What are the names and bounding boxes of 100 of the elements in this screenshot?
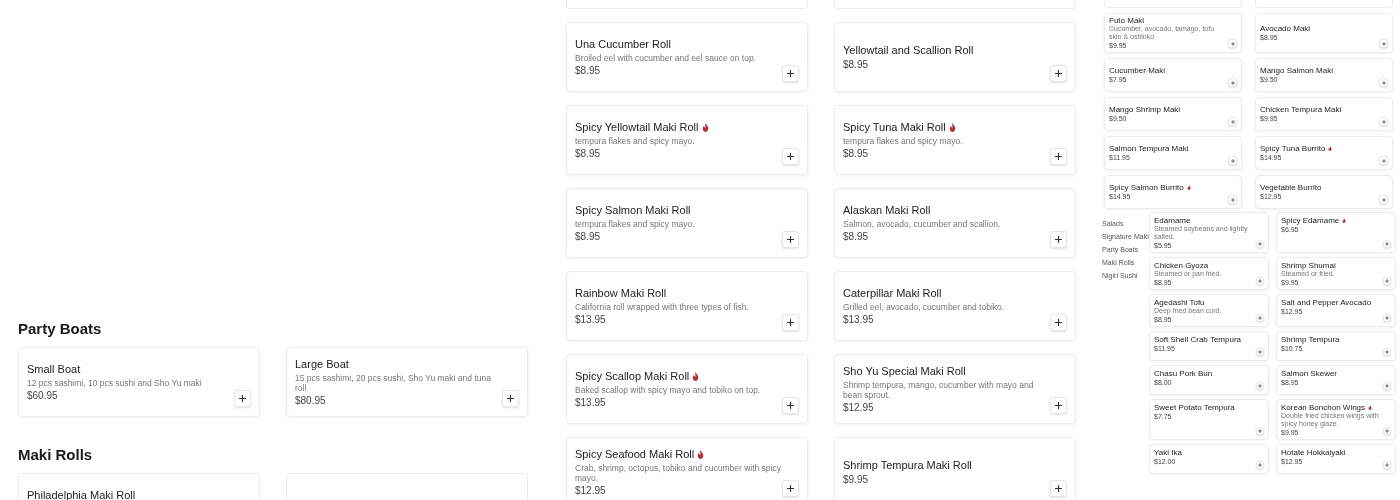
add-button[interactable] — [782, 314, 799, 331]
dish-name: Cucumber Maki — [1109, 66, 1165, 75]
plus-icon — [1055, 402, 1062, 409]
dish-description: tempura flakes and spicy mayo. — [575, 219, 695, 229]
add-button[interactable] — [782, 65, 799, 82]
dish-price: $8.95 — [843, 58, 869, 71]
menu-item-card[interactable]: Large Boat 15 pcs sashimi, 20 pcs sushi, Sho Yu maki and tuna roll $80.95 — [286, 347, 528, 417]
menu-item-card[interactable]: Small Boat 12 pcs sashimi, 10 pcs sushi and Sho Yu maki $60.95 — [18, 347, 260, 417]
dish-name: Salmon Tempura Maki — [1109, 144, 1189, 153]
menu-item-card[interactable]: Sho Yu Special Maki Roll Shrimp tempura, mango, cucumber with mayo and bean sprout. $12.95 — [834, 354, 1076, 424]
plus-icon — [787, 402, 794, 409]
dish-name: Agedashi Tofu — [1154, 298, 1205, 307]
plus-icon — [1258, 279, 1262, 283]
dish-description: tempura flakes and spicy mayo. — [843, 136, 963, 146]
flame-icon — [948, 122, 956, 132]
add-button[interactable] — [782, 397, 799, 414]
plus-icon — [1230, 41, 1235, 46]
dish-price: $8.95 — [575, 64, 601, 77]
dish-name: Shrimp Tempura — [1281, 335, 1340, 344]
plus-icon — [1055, 319, 1062, 326]
menu-item-card[interactable]: Spicy Scallop Maki Roll Baked scallop with spicy mayo and tobiko on top. $13.95 — [566, 354, 808, 424]
plus-icon — [1230, 80, 1235, 85]
add-button[interactable] — [234, 390, 251, 407]
menu-item-card[interactable]: Spicy Salmon Maki Roll tempura flakes and spicy mayo. $8.95 — [566, 188, 808, 258]
dish-name: Salt and Pepper Avocado — [1281, 298, 1372, 307]
plus-icon — [1055, 236, 1062, 243]
dish-description: Baked scallop with spicy mayo and tobiko on top. — [575, 385, 761, 395]
dish-name: Chasu Pork Bun — [1154, 369, 1213, 378]
add-button[interactable] — [502, 390, 519, 407]
dish-name: Chicken Tempura Maki — [1260, 105, 1342, 114]
add-button[interactable] — [1050, 65, 1067, 82]
dish-name: Spicy Salmon Maki Roll — [575, 203, 691, 217]
menu-item-card[interactable]: Caterpillar Maki Roll Grilled eel, avocado, cucumber and tobiko. $13.95 — [834, 271, 1076, 341]
dish-price: $8.95 — [843, 147, 869, 160]
flame-icon — [701, 122, 709, 132]
add-button[interactable] — [1050, 148, 1067, 165]
add-button[interactable] — [1050, 397, 1067, 414]
dish-name: Spicy Tuna Burrito — [1260, 144, 1326, 153]
dish-description: Grilled eel, avocado, cucumber and tobiko. — [843, 302, 1005, 312]
menu-item-card[interactable]: Rainbow Maki Roll California roll wrapped with three types of fish. $13.95 — [566, 271, 808, 341]
dish-description: California roll wrapped with three types of fish. — [575, 302, 749, 312]
plus-icon — [1381, 41, 1386, 46]
add-button[interactable] — [1050, 231, 1067, 248]
plus-icon — [1258, 350, 1262, 354]
dish-name: Mango Salmon Maki — [1260, 66, 1333, 75]
dish-price: $13.95 — [575, 396, 606, 409]
dish-name: Mango Shrimp Maki — [1109, 105, 1181, 114]
menu-item-card[interactable]: Yellowtail and Scallion Roll $8.95 — [834, 22, 1076, 92]
menu-item-card[interactable]: Shrimp Tempura Maki Roll $9.95 — [834, 437, 1076, 500]
plus-icon — [1258, 429, 1262, 433]
dish-name: Sweet Potato Tempura — [1154, 403, 1235, 412]
dish-description: Crab, shrimp, octopus, tobiko and cucumber with spicy mayo. — [575, 463, 782, 483]
dish-name: Chicken Gyoza — [1154, 261, 1209, 270]
add-button[interactable] — [1050, 480, 1067, 497]
plus-icon — [1385, 279, 1389, 283]
dish-name: Yellowtail and Scallion Roll — [843, 43, 974, 57]
dish-name: Yaki Ika — [1154, 448, 1182, 457]
dish-description: 15 pcs sashimi, 20 pcs sushi, Sho Yu maki and tuna roll — [295, 373, 492, 393]
section-heading: Party Boats — [18, 319, 103, 339]
add-button[interactable] — [782, 148, 799, 165]
menu-item-card[interactable]: Spicy Seafood Maki Roll Crab, shrimp, octopus, tobiko and cucumber with spicy mayo. $12.95 — [566, 437, 808, 500]
plus-icon — [239, 395, 246, 402]
dish-description: tempura flakes and spicy mayo. — [575, 136, 695, 146]
plus-icon — [787, 153, 794, 160]
plus-icon — [1385, 242, 1389, 246]
plus-icon — [1230, 197, 1235, 202]
add-button[interactable] — [782, 480, 799, 497]
flame-icon — [1342, 218, 1347, 223]
plus-icon — [1055, 153, 1062, 160]
plus-icon — [1258, 316, 1262, 320]
dish-description: 12 pcs sashimi, 10 pcs sushi and Sho Yu maki — [27, 378, 202, 388]
dish-name: Spicy Edamame — [1281, 216, 1340, 225]
dish-name: Korean Bonchon Wings — [1281, 403, 1366, 412]
plus-icon — [1385, 463, 1389, 467]
dish-name: Soft Shell Crab Tempura — [1154, 335, 1241, 344]
dish-name: Spicy Salmon Burrito — [1109, 183, 1184, 192]
plus-icon — [1381, 80, 1386, 85]
menu-item-card[interactable]: Una Cucumber Roll Broiled eel with cucumber and eel sauce on top. $8.95 — [566, 22, 808, 92]
plus-icon — [1258, 384, 1262, 388]
flame-icon — [692, 371, 700, 381]
add-button[interactable] — [1050, 314, 1067, 331]
dish-price: $12.95 — [575, 484, 606, 497]
plus-icon — [1258, 463, 1262, 467]
dish-name: Shrimp Shumai — [1281, 261, 1336, 270]
dish-name: Small Boat — [27, 362, 81, 376]
dish-name: Spicy Scallop Maki Roll — [575, 369, 690, 383]
dish-price: $60.95 — [27, 389, 58, 402]
plus-icon — [1230, 158, 1235, 163]
add-button[interactable] — [782, 231, 799, 248]
menu-item-card[interactable]: Spicy Yellowtail Maki Roll tempura flakes and spicy mayo. $8.95 — [566, 105, 808, 175]
menu-item-card[interactable]: Spicy Tuna Maki Roll tempura flakes and spicy mayo. $8.95 — [834, 105, 1076, 175]
plus-icon — [787, 485, 794, 492]
dish-name: Vegetable Burrito — [1260, 183, 1322, 192]
menu-item-card[interactable]: Alaskan Maki Roll Salmon, avocado, cucumber and scallion. $8.95 — [834, 188, 1076, 258]
dish-price: $8.95 — [575, 147, 601, 160]
dish-name: Alaskan Maki Roll — [843, 203, 931, 217]
dish-price: $12.95 — [843, 401, 874, 414]
plus-icon — [1055, 485, 1062, 492]
dish-price: $9.95 — [843, 473, 869, 486]
dish-price: $13.95 — [575, 313, 606, 326]
